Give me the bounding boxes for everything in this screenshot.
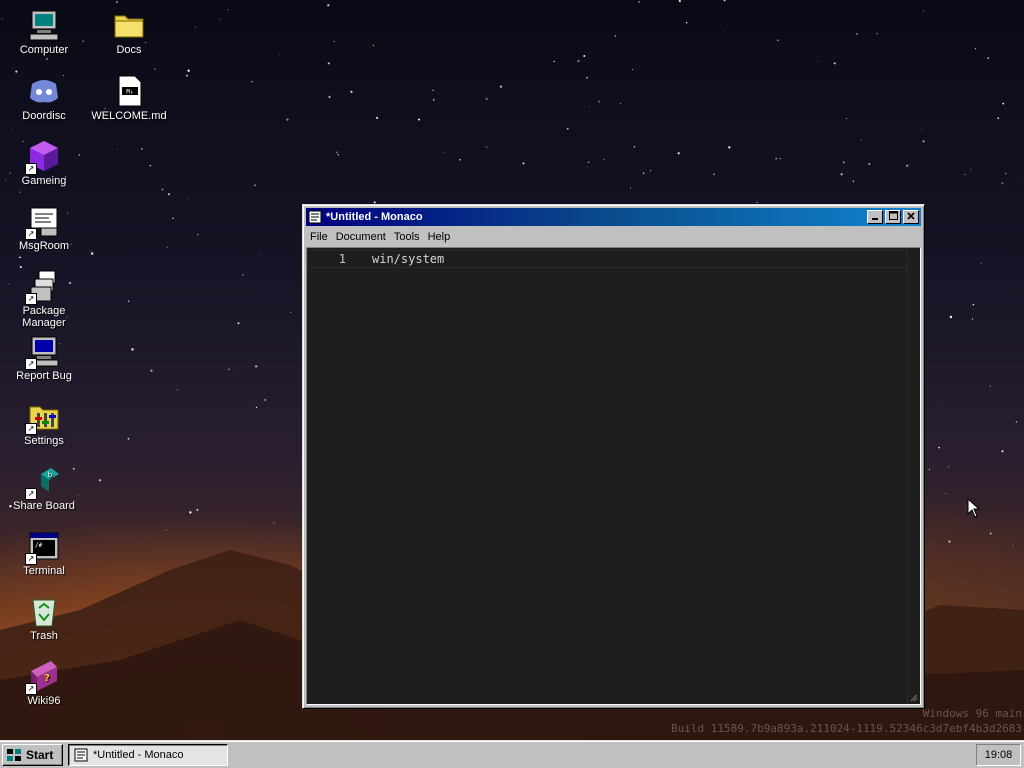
menu-bar: File Document Tools Help bbox=[306, 228, 921, 246]
menu-document[interactable]: Document bbox=[332, 231, 390, 243]
share-board-icon: b ↗ bbox=[25, 464, 61, 500]
maximize-icon bbox=[888, 211, 898, 220]
svg-text:/#: /# bbox=[35, 542, 43, 549]
watermark-build: Build 11589.7b9a893a.211024-1119.52346c3… bbox=[671, 722, 1022, 735]
editor-scrollbar[interactable] bbox=[907, 248, 920, 704]
bug-report-icon: ↗ bbox=[25, 334, 61, 370]
icon-label: Computer bbox=[19, 44, 69, 56]
game-cube-icon: ↗ bbox=[25, 139, 61, 175]
desktop-icon-welcome-md[interactable]: M↓ WELCOME.md bbox=[90, 74, 168, 122]
editor-line[interactable]: 1 win/system bbox=[307, 250, 908, 268]
notepad-icon bbox=[74, 748, 88, 762]
icon-label: Doordisc bbox=[22, 110, 66, 122]
desktop-icon-share-board[interactable]: b ↗ Share Board bbox=[5, 464, 83, 512]
close-icon bbox=[907, 212, 915, 220]
icon-label: Wiki96 bbox=[27, 695, 61, 707]
window-titlebar[interactable]: *Untitled - Monaco bbox=[306, 208, 921, 226]
recycle-bin-icon bbox=[27, 594, 61, 628]
menu-file[interactable]: File bbox=[306, 231, 332, 243]
computer-icon bbox=[27, 8, 61, 42]
maximize-button[interactable] bbox=[885, 210, 901, 224]
icon-label: Terminal bbox=[23, 565, 65, 577]
help-book-icon: ? ↗ bbox=[25, 659, 61, 695]
mouse-cursor-icon bbox=[967, 498, 981, 518]
code-editor[interactable]: 1 win/system bbox=[306, 247, 921, 705]
resize-grip-icon[interactable] bbox=[908, 692, 918, 702]
shortcut-arrow-icon: ↗ bbox=[25, 358, 37, 370]
line-number: 1 bbox=[338, 252, 346, 266]
shortcut-arrow-icon: ↗ bbox=[25, 553, 37, 565]
folder-icon bbox=[112, 8, 146, 42]
shortcut-arrow-icon: ↗ bbox=[25, 228, 37, 240]
system-tray-clock[interactable]: 19:08 bbox=[976, 744, 1021, 766]
windows-logo-icon bbox=[7, 749, 21, 761]
desktop-icon-msgroom[interactable]: ↗ MsgRoom bbox=[5, 204, 83, 252]
svg-text:M↓: M↓ bbox=[126, 89, 133, 96]
menu-help[interactable]: Help bbox=[424, 231, 455, 243]
desktop-icon-report-bug[interactable]: ↗ Report Bug bbox=[5, 334, 83, 382]
taskbar: Start *Untitled - Monaco 19:08 bbox=[0, 740, 1024, 768]
shortcut-arrow-icon: ↗ bbox=[25, 683, 37, 695]
settings-icon: ↗ bbox=[25, 399, 61, 435]
icon-label: Gameing bbox=[21, 175, 67, 187]
line-text[interactable]: win/system bbox=[372, 251, 444, 267]
icon-label: Share Board bbox=[13, 500, 75, 512]
desktop-icon-docs[interactable]: Docs bbox=[90, 8, 168, 56]
terminal-icon: /# ↗ bbox=[25, 529, 61, 565]
build-watermark: Windows 96 main Build 11589.7b9a893a.211… bbox=[671, 706, 1022, 736]
minimize-icon bbox=[872, 218, 878, 220]
shortcut-arrow-icon: ↗ bbox=[25, 488, 37, 500]
chat-room-icon: ↗ bbox=[25, 204, 61, 240]
desktop-icon-trash[interactable]: Trash bbox=[5, 594, 83, 642]
desktop-icon-package-manager[interactable]: ↗ Package Manager bbox=[5, 269, 83, 329]
icon-label: Report Bug bbox=[16, 370, 72, 382]
taskbar-item-monaco[interactable]: *Untitled - Monaco bbox=[68, 744, 228, 766]
notepad-icon bbox=[308, 210, 322, 224]
icon-label: Trash bbox=[30, 630, 58, 642]
icon-label: WELCOME.md bbox=[91, 110, 167, 122]
start-button[interactable]: Start bbox=[2, 744, 63, 766]
monaco-editor-window[interactable]: *Untitled - Monaco File Document Tools H… bbox=[302, 204, 925, 709]
menu-tools[interactable]: Tools bbox=[390, 231, 424, 243]
icon-label: Settings bbox=[24, 435, 64, 447]
discord-icon bbox=[27, 74, 61, 108]
taskbar-item-label: *Untitled - Monaco bbox=[93, 749, 184, 761]
shortcut-arrow-icon: ↗ bbox=[25, 163, 37, 175]
desktop-icon-settings[interactable]: ↗ Settings bbox=[5, 399, 83, 447]
window-title: *Untitled - Monaco bbox=[326, 211, 423, 223]
svg-text:b: b bbox=[48, 471, 53, 479]
markdown-file-icon: M↓ bbox=[112, 74, 146, 108]
icon-label: MsgRoom bbox=[18, 240, 70, 252]
svg-text:?: ? bbox=[44, 673, 50, 684]
desktop-icon-doordisc[interactable]: Doordisc bbox=[5, 74, 83, 122]
desktop-icon-wiki96[interactable]: ? ↗ Wiki96 bbox=[5, 659, 83, 707]
icon-label: Package Manager bbox=[22, 305, 66, 329]
close-button[interactable] bbox=[903, 210, 919, 224]
desktop-icon-terminal[interactable]: /# ↗ Terminal bbox=[5, 529, 83, 577]
desktop-icon-computer[interactable]: Computer bbox=[5, 8, 83, 56]
minimize-button[interactable] bbox=[867, 210, 883, 224]
clock: 19:08 bbox=[984, 749, 1013, 761]
start-label: Start bbox=[26, 748, 54, 762]
shortcut-arrow-icon: ↗ bbox=[25, 293, 37, 305]
package-icon: ↗ bbox=[25, 269, 61, 305]
shortcut-arrow-icon: ↗ bbox=[25, 423, 37, 435]
desktop-icon-gameing[interactable]: ↗ Gameing bbox=[5, 139, 83, 187]
icon-label: Docs bbox=[116, 44, 142, 56]
